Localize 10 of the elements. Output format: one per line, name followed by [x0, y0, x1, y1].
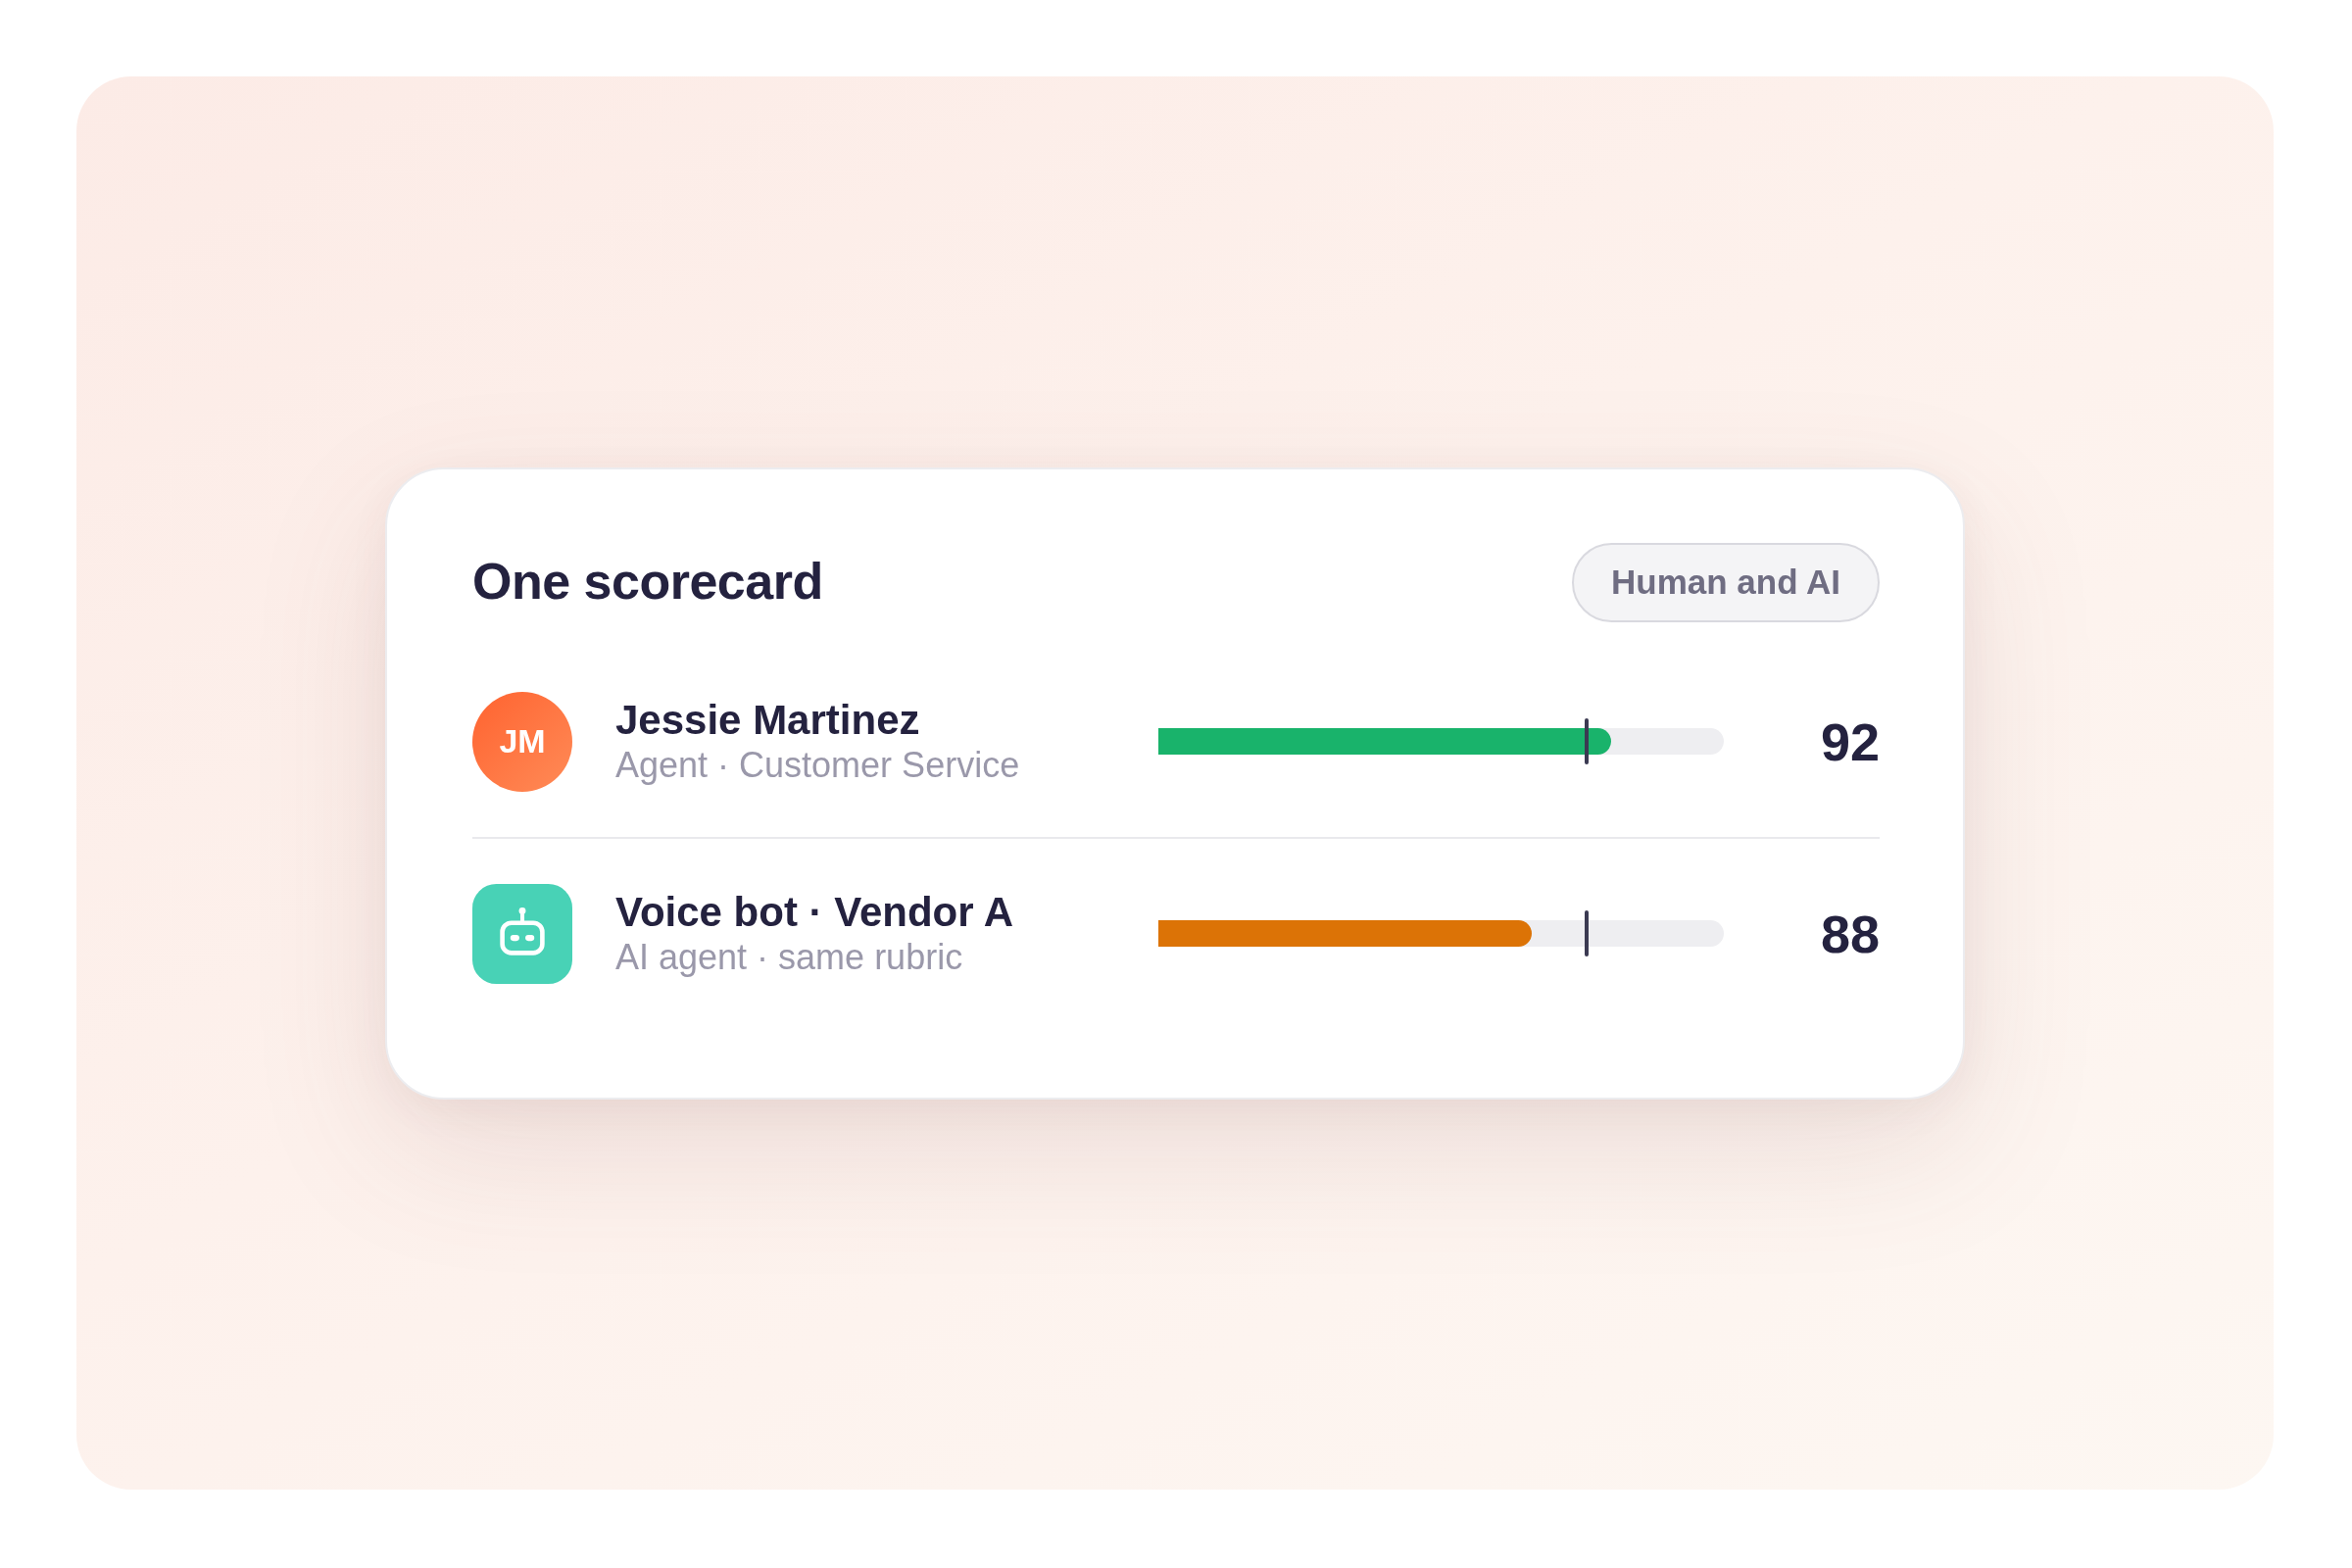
agent-role: AI agent · same rubric	[615, 936, 964, 979]
score-value: 92	[1819, 714, 1880, 768]
robot-icon	[472, 883, 572, 984]
agent-name: Voice bot · Vendor A	[615, 888, 1015, 937]
card-title: One scorecard	[472, 554, 823, 611]
agent-name: Jessie Martinez	[615, 696, 921, 745]
agent-role: Agent · Customer Service	[615, 744, 1021, 787]
initials-avatar: JM	[472, 691, 572, 792]
score-value: 88	[1819, 906, 1880, 960]
audience-tag: Human and AI	[1572, 542, 1880, 622]
